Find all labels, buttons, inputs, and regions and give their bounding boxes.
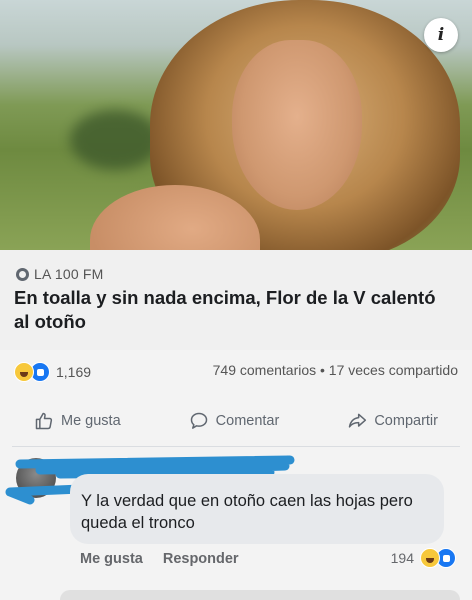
comment-reaction-count: 194: [390, 550, 414, 566]
link-source: LA 100 FM: [16, 266, 104, 282]
like-button[interactable]: Me gusta: [34, 411, 121, 431]
share-button[interactable]: Compartir: [347, 411, 438, 431]
share-button-label: Compartir: [374, 413, 438, 429]
haha-reaction-icon: [420, 548, 440, 568]
reaction-summary[interactable]: 1,169: [14, 362, 91, 382]
comment-reactions[interactable]: 194: [391, 548, 456, 568]
reaction-count: 1,169: [56, 364, 92, 380]
post-action-bar: Me gusta Comentar Compartir: [0, 400, 472, 442]
source-name: LA 100 FM: [34, 266, 104, 282]
background-tree: [70, 110, 160, 170]
thumbs-up-icon: [35, 412, 53, 430]
like-button-label: Me gusta: [61, 413, 121, 429]
post-image[interactable]: [0, 0, 472, 250]
comment-bubble-icon: [190, 412, 207, 429]
info-icon[interactable]: i: [424, 18, 458, 52]
comment-button-label: Comentar: [215, 413, 280, 429]
share-arrow-icon: [349, 413, 367, 428]
comment-button[interactable]: Comentar: [189, 411, 280, 431]
comment-like-link[interactable]: Me gusta: [80, 551, 143, 567]
globe-icon: [16, 267, 29, 281]
comment-reply-link[interactable]: Responder: [163, 551, 239, 567]
section-divider: [12, 446, 460, 447]
link-headline[interactable]: En toalla y sin nada encima, Flor de la …: [14, 286, 444, 334]
photo-face: [232, 40, 362, 210]
next-comment-peek: [60, 590, 460, 600]
post-stats[interactable]: 749 comentarios • 17 veces compartido: [213, 362, 458, 378]
comment-actions: Me gusta Responder: [80, 551, 239, 567]
comment-text: Y la verdad que en otoño caen las hojas …: [81, 492, 413, 532]
haha-reaction-icon: [14, 362, 34, 382]
